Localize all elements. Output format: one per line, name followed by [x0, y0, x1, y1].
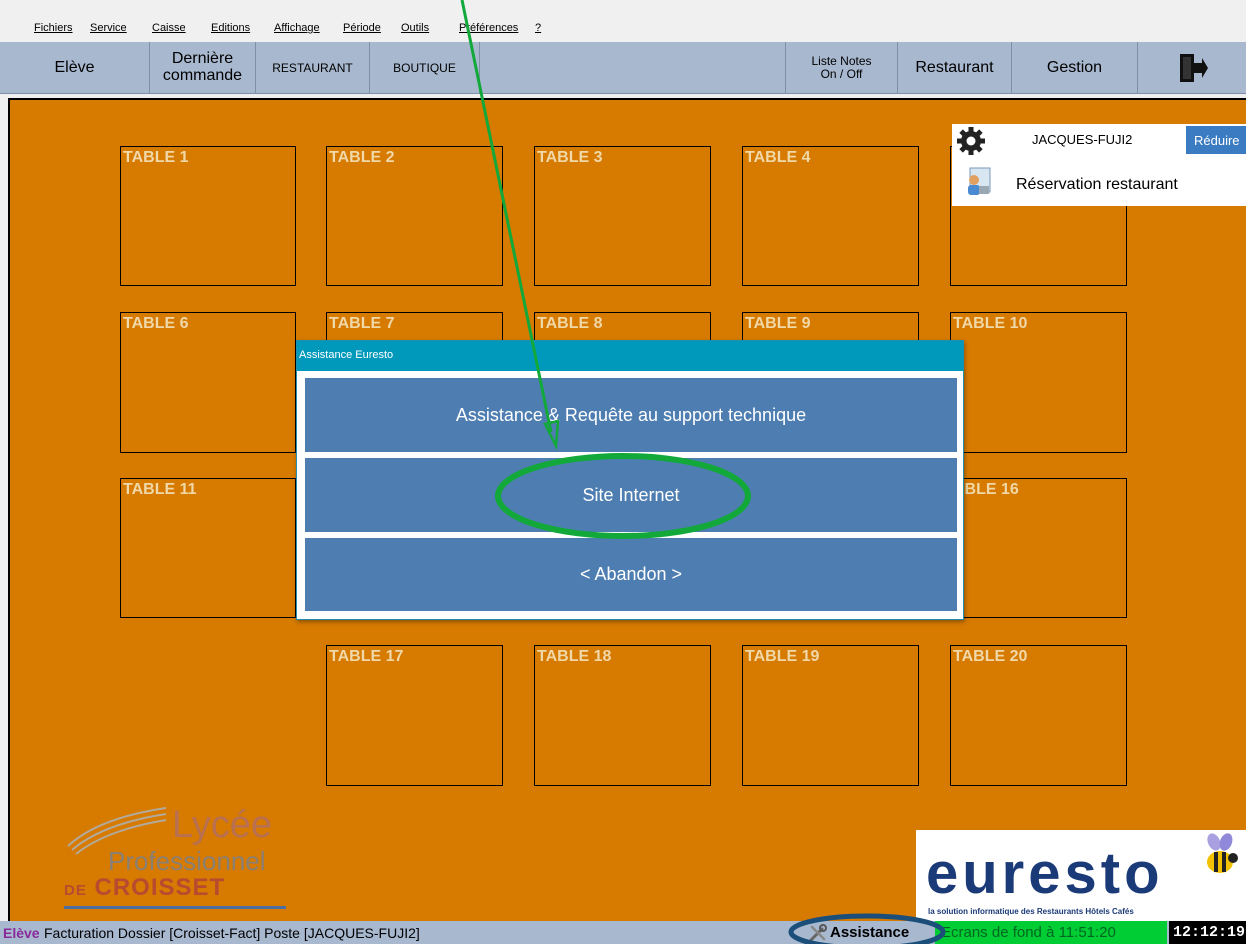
eleve-button[interactable]: Elève: [0, 42, 150, 94]
table-6[interactable]: TABLE 6: [120, 312, 296, 453]
menu-periode[interactable]: Période: [343, 22, 381, 34]
menu-bar: Fichiers Service Caisse Editions Afficha…: [0, 0, 1246, 42]
logo-underline: [64, 906, 286, 909]
exit-door-icon: [1180, 54, 1208, 82]
screensaver-status: Ecrans de fond à 11:51:20: [935, 921, 1167, 944]
tab-boutique[interactable]: BOUTIQUE: [370, 42, 480, 94]
support-request-button[interactable]: Assistance & Requête au support techniqu…: [305, 378, 957, 452]
euresto-logo: euresto la solution informatique des Res…: [916, 830, 1246, 921]
table-17[interactable]: TABLE 17: [326, 645, 503, 786]
reduce-button[interactable]: Réduire: [1186, 126, 1246, 154]
restaurant-button[interactable]: Restaurant: [898, 42, 1012, 94]
table-19[interactable]: TABLE 19: [742, 645, 919, 786]
liste-notes-toggle[interactable]: Liste Notes On / Off: [786, 42, 898, 94]
status-role: Elève: [3, 925, 40, 941]
assistance-dialog: Assistance Euresto Assistance & Requête …: [296, 340, 964, 620]
assistance-button[interactable]: Assistance: [808, 922, 909, 943]
de-word: DE: [64, 882, 87, 899]
status-bar: Elève Facturation Dossier [Croisset-Fact…: [0, 921, 1246, 944]
table-label: TABLE 10: [953, 315, 1028, 332]
table-label: TABLE 4: [745, 149, 811, 166]
derniere-commande-button[interactable]: Dernière commande: [150, 42, 256, 94]
clock: 12:12:19: [1169, 921, 1246, 944]
menu-caisse[interactable]: Caisse: [152, 22, 186, 34]
table-label: TABLE 11: [123, 481, 197, 498]
gestion-button[interactable]: Gestion: [1012, 42, 1138, 94]
table-16[interactable]: ABLE 16: [950, 478, 1127, 618]
website-button[interactable]: Site Internet: [305, 458, 957, 532]
euresto-tagline: la solution informatique des Restaurants…: [928, 907, 1134, 916]
table-11[interactable]: TABLE 11: [120, 478, 296, 618]
table-2[interactable]: TABLE 2: [326, 146, 503, 286]
derniere-line2: commande: [162, 67, 243, 84]
abandon-button[interactable]: < Abandon >: [305, 538, 957, 611]
table-label: TABLE 17: [329, 648, 404, 665]
table-label: TABLE 20: [953, 648, 1028, 665]
tab-restaurant[interactable]: RESTAURANT: [256, 42, 370, 94]
professionnel-word: Professionnel: [108, 846, 266, 876]
lycee-word: Lycée: [172, 804, 272, 846]
tools-icon: [809, 923, 827, 941]
status-document: Facturation Dossier [Croisset-Fact] Post…: [44, 925, 420, 941]
table-label: TABLE 8: [537, 315, 603, 332]
menu-affichage[interactable]: Affichage: [274, 22, 320, 34]
menu-fichiers[interactable]: Fichiers: [34, 22, 73, 34]
table-label: TABLE 2: [329, 149, 395, 166]
exit-button[interactable]: [1138, 42, 1246, 94]
host-name: JACQUES-FUJI2: [1032, 132, 1133, 147]
station-panel-header: JACQUES-FUJI2 Réduire: [952, 124, 1246, 156]
menu-service[interactable]: Service: [90, 22, 127, 34]
station-panel: JACQUES-FUJI2 Réduire Réservation restau…: [952, 124, 1246, 206]
lycee-logo: Lycée Professionnel DE CROISSET: [48, 800, 308, 920]
table-label: TABLE 18: [537, 648, 612, 665]
menu-outils[interactable]: Outils: [401, 22, 429, 34]
menu-editions[interactable]: Editions: [211, 22, 250, 34]
table-label: TABLE 19: [745, 648, 820, 665]
gear-icon[interactable]: [956, 126, 986, 156]
toolbar-spacer: [480, 42, 786, 94]
table-label: TABLE 9: [745, 315, 811, 332]
assistance-label: Assistance: [830, 924, 910, 941]
croisset-word: DE CROISSET: [64, 874, 225, 902]
derniere-line1: Dernière: [171, 50, 234, 68]
reservation-link[interactable]: Réservation restaurant: [1016, 176, 1178, 194]
table-18[interactable]: TABLE 18: [534, 645, 711, 786]
dialog-title: Assistance Euresto: [299, 349, 394, 361]
table-4[interactable]: TABLE 4: [742, 146, 919, 286]
liste-notes-line2: On / Off: [820, 67, 863, 81]
table-label: TABLE 7: [329, 315, 395, 332]
table-label: TABLE 1: [123, 149, 189, 166]
table-3[interactable]: TABLE 3: [534, 146, 711, 286]
table-20[interactable]: TABLE 20: [950, 645, 1127, 786]
dialog-title-bar[interactable]: Assistance Euresto: [297, 341, 963, 371]
table-10[interactable]: TABLE 10: [950, 312, 1127, 453]
croisset-text: CROISSET: [94, 874, 226, 901]
table-1[interactable]: TABLE 1: [120, 146, 296, 286]
menu-preferences[interactable]: Préférences: [459, 22, 518, 34]
toolbar: Elève Dernière commande RESTAURANT BOUTI…: [0, 42, 1246, 94]
menu-help[interactable]: ?: [535, 22, 541, 34]
reservation-icon: [968, 167, 991, 195]
table-label: TABLE 3: [537, 149, 603, 166]
euresto-word: euresto: [926, 841, 1164, 906]
bee-icon: [1207, 833, 1238, 873]
table-label: TABLE 6: [123, 315, 189, 332]
